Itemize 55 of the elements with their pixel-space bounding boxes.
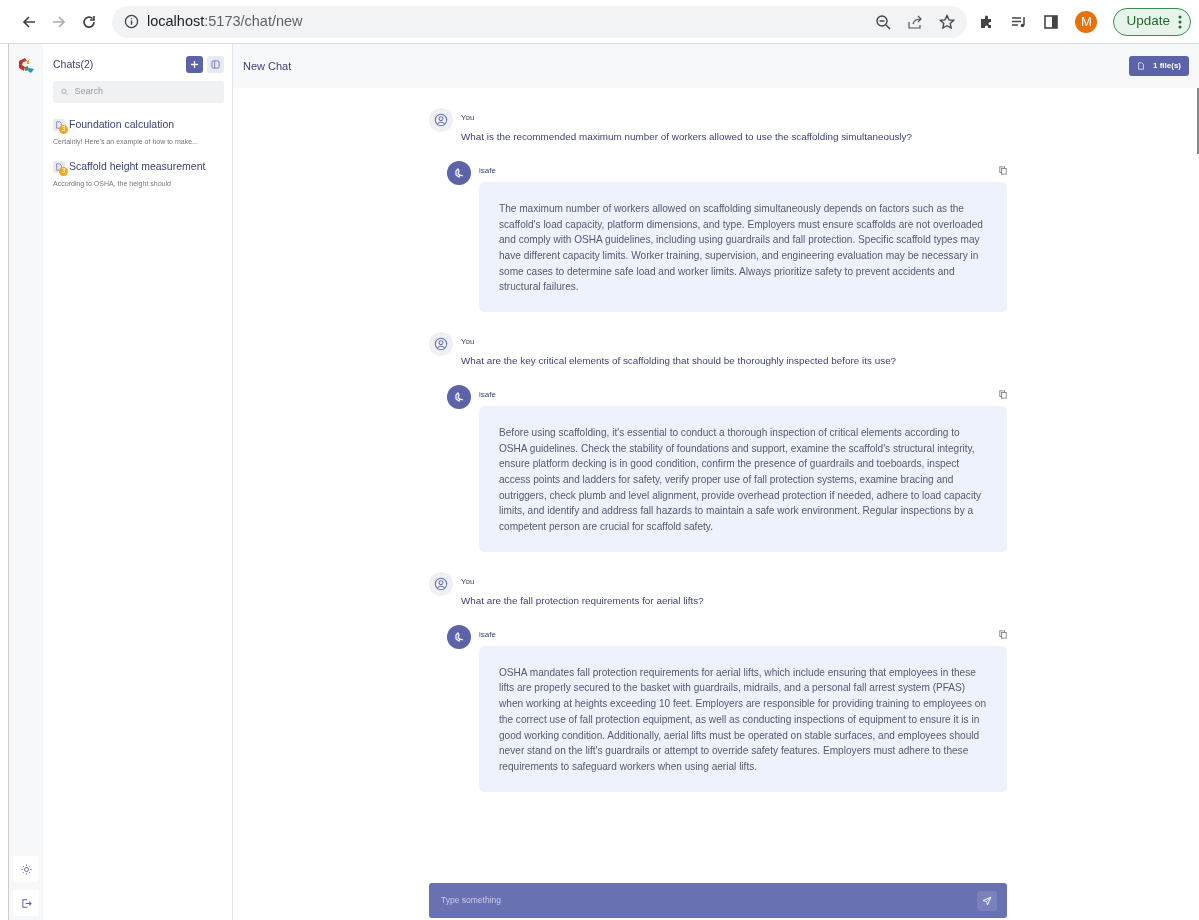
back-icon — [21, 13, 37, 30]
user-icon — [434, 337, 448, 352]
message-author: You — [461, 575, 476, 588]
files-button[interactable]: 1 file(s) — [1129, 56, 1189, 76]
message-author: isafe — [479, 164, 496, 177]
zoom-out-icon[interactable] — [875, 13, 892, 30]
message-author: You — [461, 336, 476, 349]
more-icon — [1178, 14, 1182, 29]
logo-icon — [16, 56, 36, 76]
file-icon — [1137, 62, 1145, 70]
message-text: What is the recommended maximum number of workers allowed to use the scaffolding simultaneously? — [461, 130, 912, 144]
logout-button[interactable] — [13, 890, 39, 916]
info-icon — [124, 14, 139, 29]
forward-icon — [51, 13, 67, 30]
user-icon — [434, 113, 448, 127]
theme-toggle-button[interactable] — [13, 856, 39, 882]
reload-icon — [81, 13, 97, 30]
star-icon[interactable] — [939, 13, 956, 30]
side-panel-icon[interactable] — [1043, 13, 1060, 30]
share-icon[interactable] — [907, 13, 924, 30]
send-icon — [982, 895, 992, 906]
chat-title: Foundation calculation — [69, 117, 175, 132]
new-chat-button[interactable] — [186, 56, 203, 73]
message-text: What are the key critical elements of scaffolding that should be thoroughly inspected before its use? — [461, 354, 897, 369]
bot-icon — [453, 166, 465, 179]
message-bubble: OSHA mandates fall protection requirements for aerial lifts, which include ensuring that employees in these lifts are properly secured to the basket with guardrails, midrails, and a personal fall arrest system (PFAS) when working at heights exceeding 10 feet. Employers are responsible for providing training to employees on the correct use of fall protection equipment, as well as conducting inspections of equipment to ensure it is in good working condition. Additionally, aerial lifts must be operated on stable surfaces, and employees should never stand on the lift's guardrails or attempt to override safety features. Employers must adhere to these requirements to safeguard workers when using aerial lifts. — [479, 645, 1007, 792]
user-icon — [434, 576, 448, 591]
sidebar-title: Chats(2) — [53, 56, 95, 72]
message-author: You — [461, 112, 476, 124]
update-button[interactable]: Update — [1113, 7, 1191, 36]
message-bubble: The maximum number of workers allowed on scaffolding simultaneously depends on factors such as the scaffold's load capacity, platform dimensions, and type. Employers must ensure scaffolds are not overloaded and comply with OSHA guidelines, including using guardrails and fall protection. Specific scaffold types may have different capacity limits. Worker training, supervision, and engineering evaluation may be necessary in some cases to determine safe load and worker limits. Always prioritize safety to prevent accidents and structural failures. — [479, 181, 1007, 313]
message-input[interactable]: Type something — [439, 893, 977, 908]
plus-icon — [190, 60, 199, 69]
bot-icon — [453, 630, 465, 643]
collapse-sidebar-button[interactable] — [207, 56, 224, 73]
copy-icon[interactable] — [999, 630, 1007, 640]
address-bar[interactable]: localhost:5173/chat/new — [112, 5, 968, 38]
search-field[interactable]: Search — [72, 84, 216, 100]
search-icon — [61, 88, 69, 96]
logout-icon — [20, 897, 32, 909]
message-author: isafe — [479, 388, 496, 401]
url-text: localhost:5173/chat/new — [147, 11, 303, 31]
panel-icon — [211, 60, 220, 69]
bot-icon — [453, 390, 465, 403]
sun-icon — [20, 863, 32, 875]
search-box[interactable]: Search — [53, 81, 224, 103]
copy-icon[interactable] — [999, 390, 1007, 400]
message-composer[interactable]: Type something — [429, 883, 1007, 918]
message-text: What are the fall protection requirements for aerial lifts? — [461, 593, 704, 608]
message-bubble: Before using scaffolding, it's essential to conduct a thorough inspection of critical elements according to OSHA guidelines. Check the stability of foundations and support, examine the scaffold's structural integrity, ensure platform decking is in good condition, confirm the presence of guardrails and toeboards, inspect access points and ladders for safety, verify proper use of fall protection systems, examine bracing and outriggers, check plumb and level alignment, provide overhead protection if needed, adhere to load capacity limits, and identify and address fall hazards to maintain a safe work environment. Regular inspections by a competent person are crucial for scaffold safety. — [479, 405, 1007, 552]
chat-title: Scaffold height measurement — [69, 159, 206, 175]
message-author: isafe — [479, 628, 496, 641]
copy-icon[interactable] — [999, 166, 1007, 176]
chat-title: New Chat — [243, 58, 292, 74]
send-button[interactable] — [977, 890, 997, 911]
